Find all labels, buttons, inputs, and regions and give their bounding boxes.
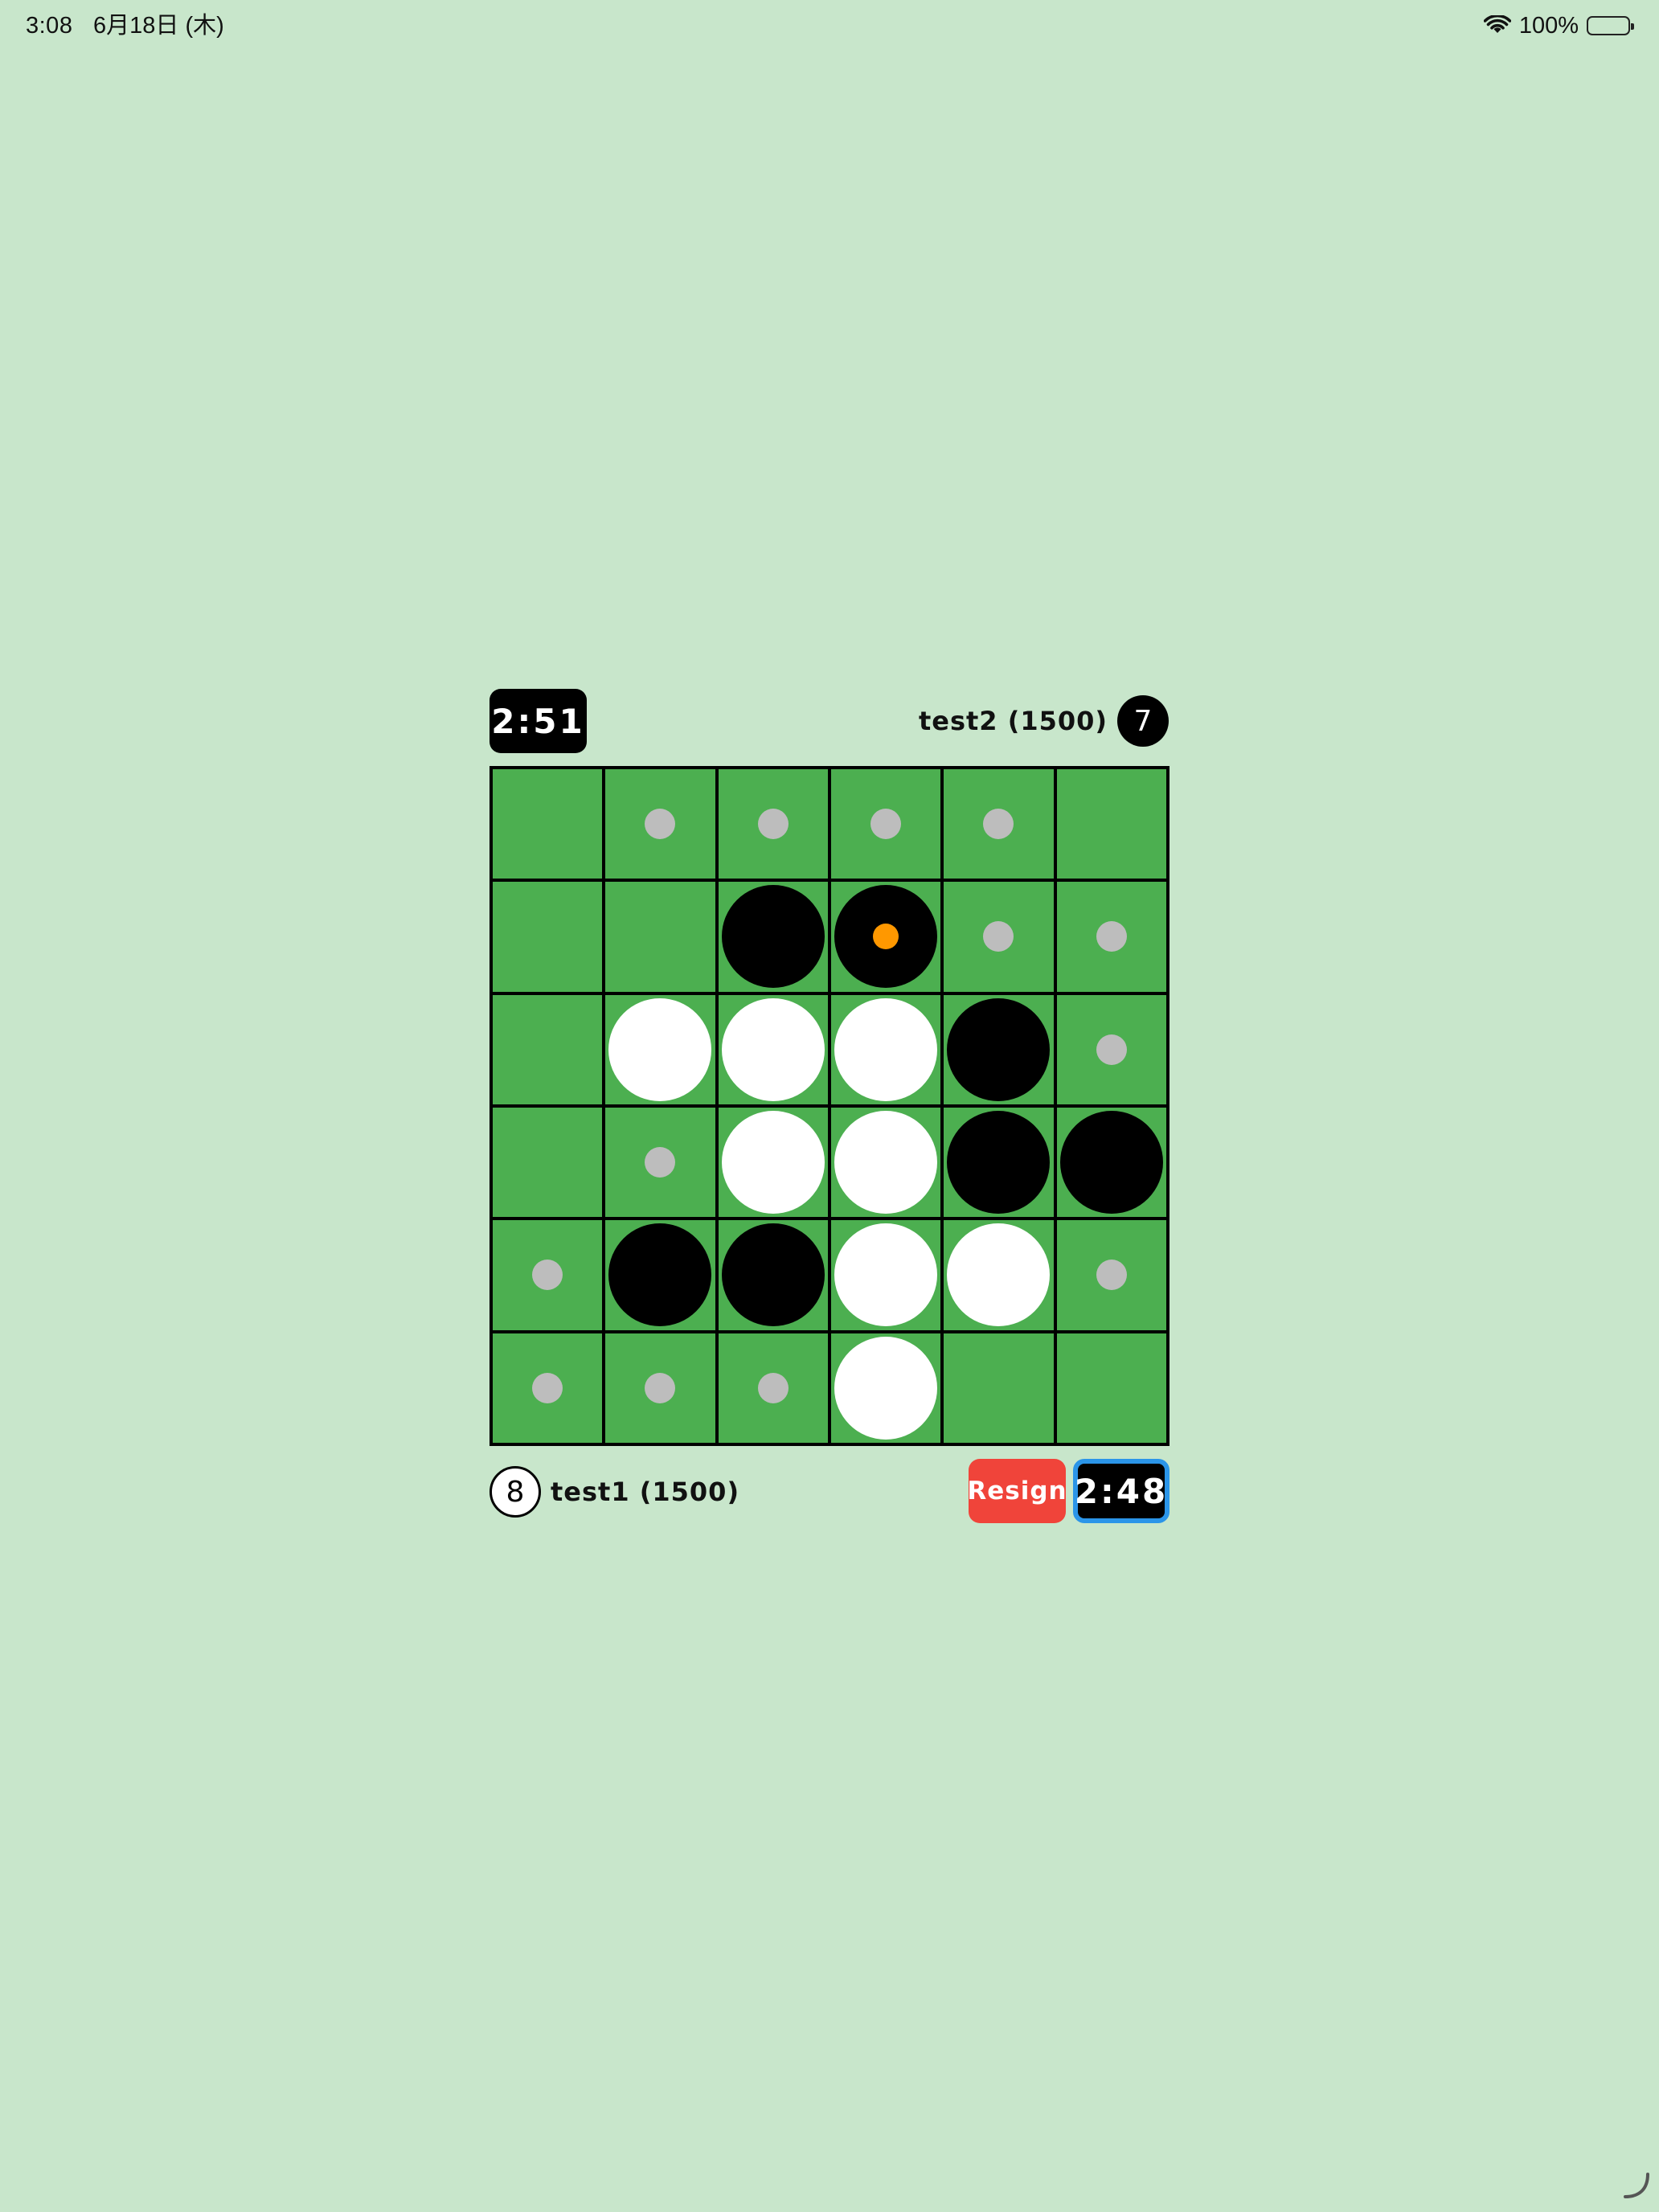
white-disc bbox=[608, 997, 712, 1101]
board-cell-r3c6[interactable] bbox=[1056, 994, 1166, 1104]
board-cell-r6c6[interactable] bbox=[1056, 1333, 1166, 1443]
board-cell-r4c1[interactable] bbox=[493, 1107, 603, 1218]
opponent-timer: 2:51 bbox=[490, 689, 587, 753]
board-cell-r1c3[interactable] bbox=[718, 769, 828, 879]
black-disc bbox=[608, 1223, 712, 1327]
board-cell-r6c1[interactable] bbox=[493, 1333, 603, 1443]
battery-icon bbox=[1587, 16, 1634, 35]
legal-move-hint bbox=[1096, 921, 1127, 952]
legal-move-hint bbox=[645, 1147, 676, 1178]
status-date: 6月18日 (木) bbox=[93, 13, 224, 39]
white-disc bbox=[721, 1111, 825, 1215]
legal-move-hint bbox=[645, 809, 676, 840]
player-disc-count: 8 bbox=[490, 1466, 541, 1518]
white-disc bbox=[721, 997, 825, 1101]
legal-move-hint bbox=[532, 1260, 563, 1291]
board-cell-r6c5[interactable] bbox=[944, 1333, 1054, 1443]
board-cell-r1c2[interactable] bbox=[605, 769, 715, 879]
legal-move-hint bbox=[757, 809, 789, 840]
white-disc bbox=[947, 1223, 1051, 1327]
board-cell-r2c6[interactable] bbox=[1056, 882, 1166, 992]
legal-move-hint bbox=[983, 809, 1014, 840]
board-cell-r3c5[interactable] bbox=[944, 994, 1054, 1104]
legal-move-hint bbox=[757, 1372, 789, 1403]
legal-move-hint bbox=[645, 1372, 676, 1403]
white-disc bbox=[834, 997, 938, 1101]
board-cell-r4c3[interactable] bbox=[718, 1107, 828, 1218]
legal-move-hint bbox=[1096, 1260, 1127, 1291]
status-time: 3:08 bbox=[26, 13, 73, 39]
resize-handle-icon[interactable] bbox=[1619, 2168, 1654, 2207]
white-disc bbox=[834, 1223, 938, 1327]
board-cell-r5c3[interactable] bbox=[718, 1220, 828, 1330]
board-cell-r6c2[interactable] bbox=[605, 1333, 715, 1443]
board-cell-r2c4[interactable] bbox=[830, 882, 941, 992]
board-cell-r3c2[interactable] bbox=[605, 994, 715, 1104]
board-cell-r4c2[interactable] bbox=[605, 1107, 715, 1218]
board-cell-r4c4[interactable] bbox=[830, 1107, 941, 1218]
legal-move-hint bbox=[870, 809, 902, 840]
board-cell-r5c4[interactable] bbox=[830, 1220, 941, 1330]
white-disc bbox=[834, 1111, 938, 1215]
black-disc bbox=[947, 1111, 1051, 1215]
board-cell-r1c1[interactable] bbox=[493, 769, 603, 879]
legal-move-hint bbox=[1096, 1034, 1127, 1065]
board-cell-r5c5[interactable] bbox=[944, 1220, 1054, 1330]
player-info: 8 test1 (1500) bbox=[490, 1465, 739, 1518]
game-board bbox=[490, 766, 1169, 1446]
board-cell-r4c6[interactable] bbox=[1056, 1107, 1166, 1218]
board-cell-r1c4[interactable] bbox=[830, 769, 941, 879]
white-disc bbox=[834, 1336, 938, 1440]
black-disc bbox=[721, 885, 825, 989]
board-cell-r5c1[interactable] bbox=[493, 1220, 603, 1330]
board-cell-r3c1[interactable] bbox=[493, 994, 603, 1104]
board-cell-r2c5[interactable] bbox=[944, 882, 1054, 992]
board-cell-r1c6[interactable] bbox=[1056, 769, 1166, 879]
wifi-icon bbox=[1483, 15, 1511, 36]
board-cell-r3c4[interactable] bbox=[830, 994, 941, 1104]
board-cell-r6c3[interactable] bbox=[718, 1333, 828, 1443]
black-disc bbox=[1059, 1111, 1163, 1215]
board-cell-r3c3[interactable] bbox=[718, 994, 828, 1104]
battery-percentage: 100% bbox=[1518, 13, 1579, 39]
player-timer: 2:48 bbox=[1073, 1459, 1169, 1523]
board-cell-r5c6[interactable] bbox=[1056, 1220, 1166, 1330]
status-indicators: 100% bbox=[1483, 10, 1635, 42]
board-cell-r6c4[interactable] bbox=[830, 1333, 941, 1443]
resign-button[interactable]: Resign bbox=[967, 1459, 1067, 1523]
board-cell-r5c2[interactable] bbox=[605, 1220, 715, 1330]
board-cell-r2c1[interactable] bbox=[493, 882, 603, 992]
black-disc bbox=[947, 997, 1051, 1101]
board-cell-r1c5[interactable] bbox=[944, 769, 1054, 879]
opponent-name: test2 (1500) bbox=[918, 706, 1108, 736]
legal-move-hint bbox=[983, 921, 1014, 952]
black-disc bbox=[834, 885, 938, 989]
board-cell-r2c3[interactable] bbox=[718, 882, 828, 992]
legal-move-hint bbox=[532, 1372, 563, 1403]
board-cell-r2c2[interactable] bbox=[605, 882, 715, 992]
player-name: test1 (1500) bbox=[551, 1477, 740, 1507]
last-move-marker bbox=[873, 924, 899, 950]
black-disc bbox=[721, 1223, 825, 1327]
opponent-info: test2 (1500) 7 bbox=[919, 694, 1169, 748]
board-cell-r4c5[interactable] bbox=[944, 1107, 1054, 1218]
opponent-disc-count: 7 bbox=[1117, 695, 1169, 747]
